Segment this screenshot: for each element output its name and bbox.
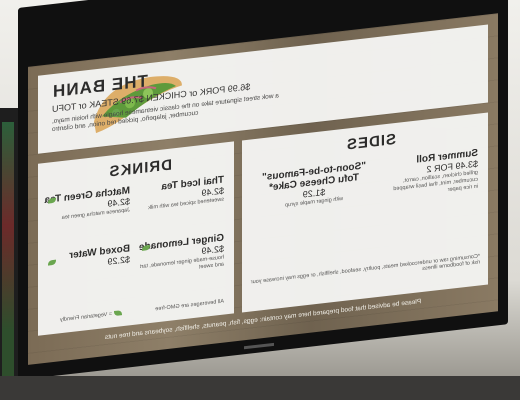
drink-item: Matcha Green Tea $2.49 Japanese matcha g… [44, 185, 130, 224]
menu-screen: THE BANH $6.99 PORK or CHICKEN $7.69 STE… [28, 13, 498, 365]
menu-display-tv: THE BANH $6.99 PORK or CHICKEN $7.69 STE… [18, 0, 508, 381]
sides-disclaimer: *Consuming raw or undercooked meats, pou… [250, 253, 480, 286]
side-item: Summer Roll $3.49 FOR 2 grilled chicken,… [390, 148, 478, 201]
sides-panel: SIDES Summer Roll $3.49 FOR 2 grilled ch… [242, 112, 488, 313]
tv-brand-logo [244, 342, 274, 350]
sides-text-mirrored: SIDES Summer Roll $3.49 FOR 2 grilled ch… [242, 112, 488, 312]
counter-shadow [0, 376, 520, 400]
vegetarian-legend-label: = Vegetarian Friendly [59, 311, 112, 324]
side-board-photo [2, 122, 14, 382]
sides-title: SIDES [345, 130, 396, 154]
drink-item: Ginger Lemonade $2.49 house-made ginger … [138, 233, 224, 279]
vegetarian-legend: = Vegetarian Friendly [60, 310, 122, 323]
drinks-note: All beverages are GMO-free [155, 298, 224, 313]
drinks-title: DRINKS [108, 156, 172, 181]
drink-item: Boxed Water $2.29 [44, 243, 130, 275]
drinks-text-mirrored: DRINKS Thai Iced Tea $2.49 sweetened spi… [38, 141, 234, 335]
side-item: "Soon-to-be-Famous" Tofu Cheese Cake* $1… [252, 159, 376, 213]
drinks-panel: DRINKS Thai Iced Tea $2.49 sweetened spi… [38, 141, 234, 336]
leaf-icon [114, 310, 122, 317]
drink-item: Thai Iced Tea $2.49 sweetened spiced tea… [138, 175, 224, 214]
